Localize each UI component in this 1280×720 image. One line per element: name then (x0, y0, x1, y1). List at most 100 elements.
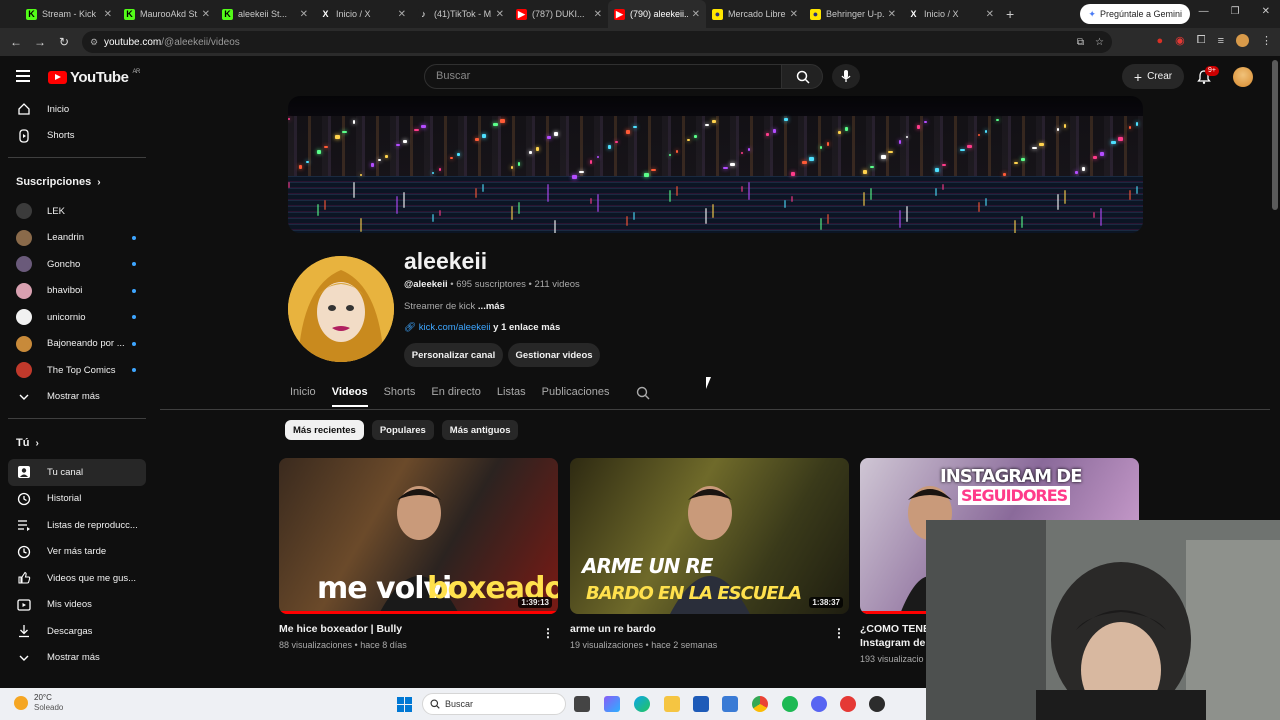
taskbar-search[interactable]: Buscar (422, 693, 566, 715)
minimize-icon[interactable]: — (1199, 6, 1209, 17)
gemini-button[interactable]: ✦ Pregúntale a Gemini (1080, 4, 1190, 24)
sidebar-item-playlists[interactable]: Listas de reproducc... (8, 512, 146, 539)
outlook-icon[interactable] (722, 696, 738, 712)
file-explorer-icon[interactable] (664, 696, 680, 712)
extension-icon-2[interactable]: ◉ (1175, 34, 1185, 47)
video-thumbnail[interactable]: ARME UN RE BARDO EN LA ESCUELA 1:38:37 (570, 458, 849, 614)
you-header[interactable]: Tú › (0, 427, 154, 459)
video-card[interactable]: me volviboxeador1:39:13 Me hice boxeador … (279, 458, 558, 650)
subscription-item[interactable]: bhaviboi (8, 278, 146, 305)
channel-search-icon[interactable] (636, 386, 650, 400)
copilot-icon[interactable] (604, 696, 620, 712)
subscription-item[interactable]: LEK (8, 198, 146, 225)
chrome-menu-icon[interactable]: ⋮ (1261, 34, 1272, 47)
spotify-icon[interactable] (782, 696, 798, 712)
tab-listas[interactable]: Listas (497, 386, 526, 407)
channel-avatar[interactable] (288, 256, 394, 362)
browser-tab[interactable]: K Stream - Kick ✕ (20, 0, 118, 28)
tab-inicio[interactable]: Inicio (290, 386, 316, 407)
new-tab-icon[interactable]: + (1006, 6, 1014, 22)
sidebar-item-my-videos[interactable]: Mis videos (8, 592, 146, 619)
tab-close-icon[interactable]: ✕ (692, 9, 700, 20)
more-actions-icon[interactable]: ⋮ (833, 626, 845, 640)
browser-tab[interactable]: ♪ (41)TikTok - M... ✕ (412, 0, 510, 28)
tab-close-icon[interactable]: ✕ (496, 9, 504, 20)
search-button[interactable] (781, 64, 823, 89)
subscription-item[interactable]: The Top Comics (8, 357, 146, 384)
bookmark-star-icon[interactable]: ☆ (1095, 37, 1104, 48)
voice-search-button[interactable] (832, 64, 860, 89)
tab-en-directo[interactable]: En directo (431, 386, 481, 407)
video-thumbnail[interactable]: me volviboxeador1:39:13 (279, 458, 558, 614)
back-icon[interactable]: ← (4, 35, 28, 49)
customize-channel-button[interactable]: Personalizar canal (404, 343, 503, 367)
desc-more-link[interactable]: ...más (478, 301, 505, 312)
extension-icon-1[interactable]: ● (1157, 35, 1164, 47)
sort-chip[interactable]: Populares (371, 420, 434, 440)
more-links-button[interactable]: y 1 enlace más (491, 322, 560, 333)
sidebar-item-history[interactable]: Historial (8, 486, 146, 513)
sidebar-item-chevron-down[interactable]: Mostrar más (8, 645, 146, 672)
store-icon[interactable] (693, 696, 709, 712)
install-icon[interactable]: ⧉ (1077, 37, 1084, 48)
video-card[interactable]: ARME UN RE BARDO EN LA ESCUELA 1:38:37 arme… (570, 458, 849, 650)
chrome-taskbar-icon[interactable] (752, 696, 768, 712)
browser-tab[interactable]: ● Mercado Libre... ✕ (706, 0, 804, 28)
tab-close-icon[interactable]: ✕ (300, 9, 308, 20)
browser-tab[interactable]: X Inicio / X ✕ (314, 0, 412, 28)
tab-publicaciones[interactable]: Publicaciones (542, 386, 610, 407)
sidebar-item-download[interactable]: Descargas (8, 618, 146, 645)
page-scrollbar[interactable] (1272, 60, 1278, 210)
more-actions-icon[interactable]: ⋮ (542, 626, 554, 640)
video-title[interactable]: arme un re bardo (570, 623, 849, 635)
subscription-item[interactable]: Leandrin (8, 225, 146, 252)
sort-chip[interactable]: Más recientes (285, 420, 364, 440)
tab-close-icon[interactable]: ✕ (202, 9, 210, 20)
close-window-icon[interactable]: ✕ (1262, 6, 1270, 17)
site-info-icon[interactable]: ⚙ (90, 37, 98, 48)
tab-close-icon[interactable]: ✕ (986, 9, 994, 20)
subscription-item[interactable]: Bajoneando por ... (8, 331, 146, 358)
subscription-item[interactable]: unicornio (8, 304, 146, 331)
channel-description[interactable]: Streamer de kick ...más (404, 301, 505, 312)
browser-tab[interactable]: K MaurooAkd St... ✕ (118, 0, 216, 28)
video-title[interactable]: Me hice boxeador | Bully (279, 623, 558, 635)
sidebar-item-watch-later[interactable]: Ver más tarde (8, 539, 146, 566)
sidebar-item-inicio[interactable]: Inicio (8, 96, 146, 123)
create-button[interactable]: + Crear (1122, 64, 1184, 89)
sort-chip[interactable]: Más antiguos (441, 420, 519, 440)
forward-icon[interactable]: → (28, 35, 52, 49)
discord-icon[interactable] (811, 696, 827, 712)
tab-close-icon[interactable]: ✕ (790, 9, 798, 20)
sidebar-item-channel[interactable]: Tu canal (8, 459, 146, 486)
tab-close-icon[interactable]: ✕ (398, 9, 406, 20)
account-avatar[interactable] (1233, 67, 1253, 87)
subscription-item[interactable]: Goncho (8, 251, 146, 278)
windows-start-icon[interactable] (397, 697, 412, 712)
url-bar[interactable]: ⚙ youtube.com/@aleekeii/videos ⧉ ☆ (82, 31, 1112, 53)
profile-icon[interactable] (1236, 34, 1249, 47)
browser-tab[interactable]: ▶ (790) aleekeii... ✕ (608, 0, 706, 28)
tab-shorts[interactable]: Shorts (384, 386, 416, 407)
edge-icon[interactable] (634, 696, 650, 712)
tab-close-icon[interactable]: ✕ (888, 9, 896, 20)
sidebar-item-like[interactable]: Videos que me gus... (8, 565, 146, 592)
subscriptions-header[interactable]: Suscripciones › (0, 166, 154, 198)
restore-icon[interactable]: ❐ (1231, 6, 1240, 17)
media-control-icon[interactable]: ≡ (1218, 35, 1224, 47)
search-input[interactable]: Buscar (424, 64, 782, 89)
reload-icon[interactable]: ↻ (52, 35, 76, 49)
browser-tab[interactable]: Kaleekeii St... ✕ (216, 0, 314, 28)
youtube-logo[interactable]: YouTube AR (48, 69, 140, 86)
tab-close-icon[interactable]: ✕ (104, 9, 112, 20)
browser-tab[interactable]: ▶ (787) DUKI... ✕ (510, 0, 608, 28)
manage-videos-button[interactable]: Gestionar videos (508, 343, 600, 367)
app-dark-icon[interactable] (869, 696, 885, 712)
extensions-puzzle-icon[interactable]: ⧠ (1197, 34, 1206, 47)
task-view-icon[interactable] (574, 696, 590, 712)
sidebar-item-shorts[interactable]: Shorts (8, 123, 146, 150)
browser-tab[interactable]: ● Behringer U-p... ✕ (804, 0, 902, 28)
app-red-icon[interactable] (840, 696, 856, 712)
browser-tab[interactable]: X Inicio / X ✕ (902, 0, 1000, 28)
tab-close-icon[interactable]: ✕ (594, 9, 602, 20)
